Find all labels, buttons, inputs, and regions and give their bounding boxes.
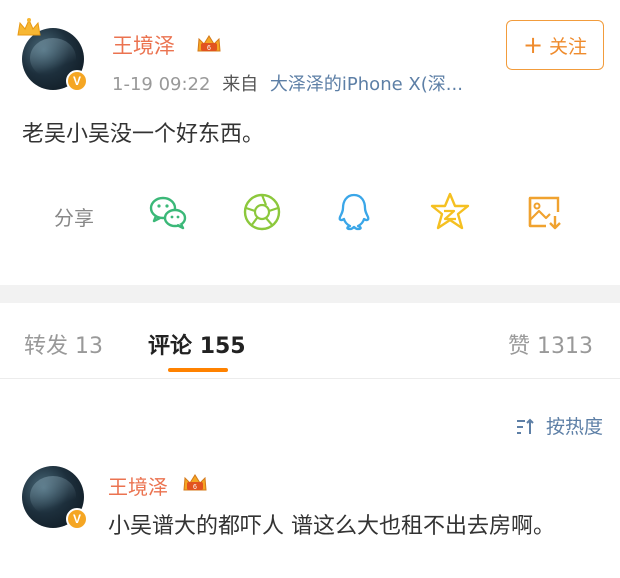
sort-label: 按热度 — [546, 416, 604, 438]
follow-label: 关注 — [549, 35, 588, 58]
tab-comment[interactable]: 评论 155 — [148, 328, 246, 360]
plus-icon: + — [522, 31, 544, 59]
follow-button[interactable]: + 关注 — [506, 20, 604, 70]
share-label: 分享 — [54, 206, 94, 230]
tab-repost-count: 13 — [75, 334, 104, 359]
post-content: 老吴小吴没一个好东西。 — [22, 122, 265, 147]
moments-icon[interactable] — [240, 190, 284, 234]
crown-icon — [17, 18, 41, 36]
share-row: 分享 — [0, 190, 620, 240]
vip-crown-icon: 6 — [183, 474, 207, 491]
source-prefix: 来自 — [222, 74, 259, 95]
tab-like-label: 赞 — [508, 334, 531, 359]
section-divider — [0, 285, 620, 303]
qzone-icon[interactable] — [428, 190, 472, 234]
wechat-icon[interactable] — [146, 190, 190, 234]
tab-repost-label: 转发 — [24, 334, 69, 359]
svg-text:6: 6 — [207, 45, 211, 52]
comment-username[interactable]: 王境泽 — [108, 471, 168, 500]
post-avatar[interactable]: V — [17, 18, 88, 92]
post-username[interactable]: 王境泽 — [112, 30, 175, 60]
sort-by-hot-button[interactable]: 按热度 — [516, 412, 603, 439]
post-time: 1-19 09:22 — [112, 74, 211, 95]
svg-text:6: 6 — [193, 484, 197, 491]
qq-icon[interactable] — [332, 190, 376, 234]
post-device[interactable]: 大泽泽的iPhone X(深... — [270, 74, 463, 95]
save-image-icon[interactable] — [522, 190, 566, 234]
post-meta: 1-19 09:22 来自 大泽泽的iPhone X(深... — [112, 70, 463, 96]
tab-like[interactable]: 赞 1313 — [508, 328, 593, 360]
active-tab-indicator — [168, 368, 228, 372]
verified-badge: V — [66, 508, 88, 530]
verified-badge: V — [66, 70, 88, 92]
tab-repost[interactable]: 转发 13 — [24, 328, 103, 360]
sort-icon — [517, 418, 534, 434]
comment-text: 小吴谱大的都吓人 谱这么大也租不出去房啊。 — [108, 514, 555, 539]
tab-like-count: 1313 — [537, 334, 594, 359]
comment-avatar[interactable]: V — [22, 466, 88, 530]
weibo-post: V 王境泽 6 1-19 09:22 来自 大泽泽的iPhone X(深... … — [0, 0, 620, 285]
interaction-tabs: 转发 13 评论 155 赞 1313 — [0, 303, 620, 379]
tab-comment-label: 评论 — [148, 334, 193, 359]
tab-comment-count: 155 — [199, 334, 246, 359]
vip-crown-icon: 6 — [197, 35, 221, 52]
